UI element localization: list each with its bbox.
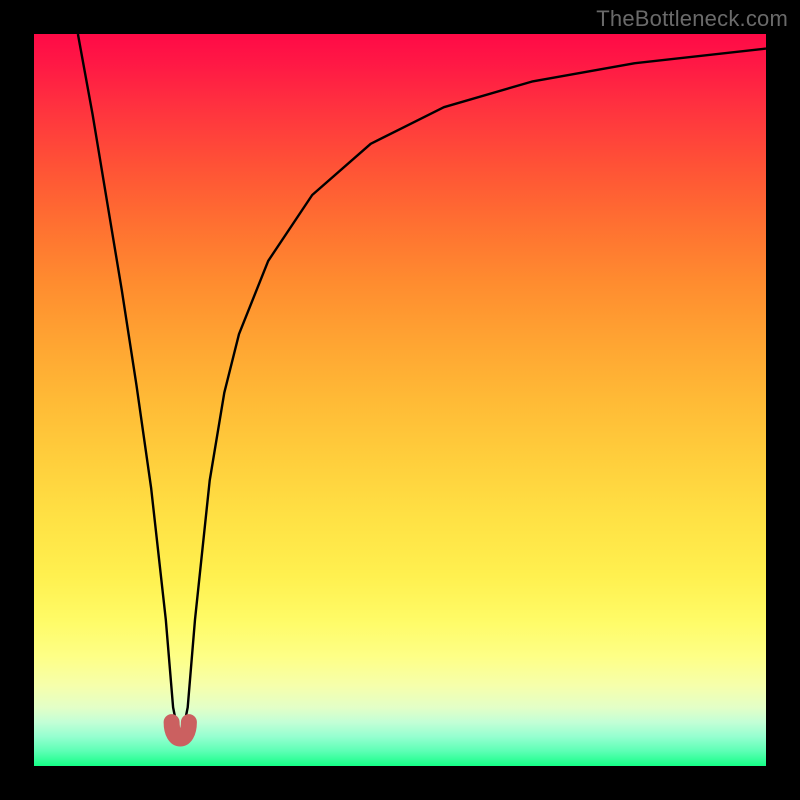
plot-area xyxy=(34,34,766,766)
watermark-text: TheBottleneck.com xyxy=(596,6,788,32)
background-gradient xyxy=(34,34,766,766)
chart-frame: TheBottleneck.com xyxy=(0,0,800,800)
